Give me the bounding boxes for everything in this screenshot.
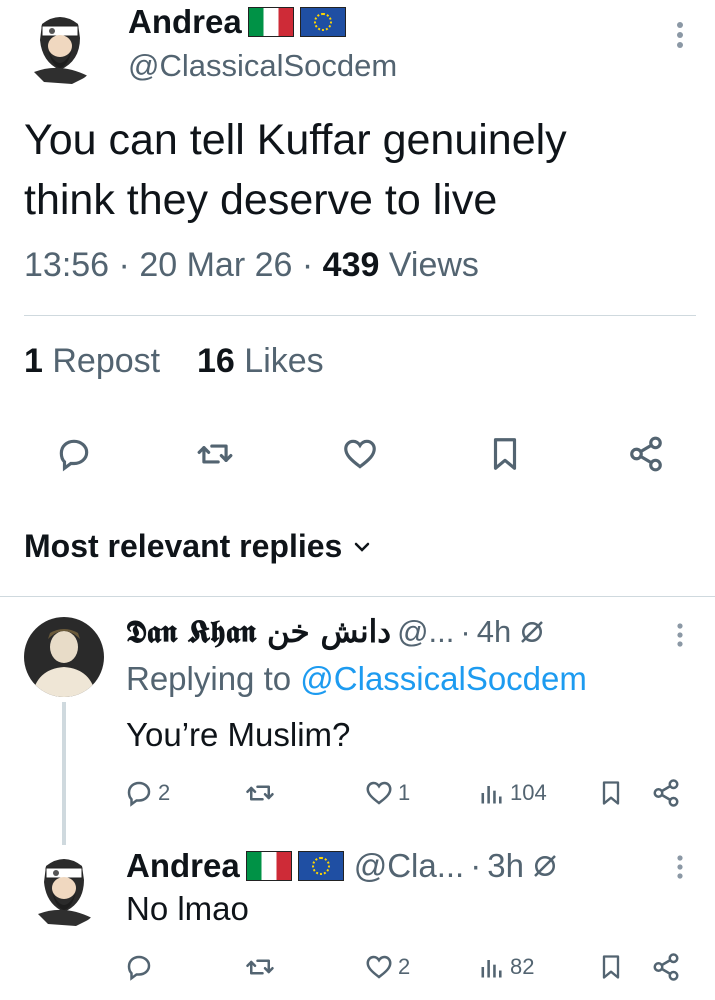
meta-separator: ·	[470, 847, 482, 884]
replying-to-handle[interactable]: @ClassicalSocdem	[300, 660, 587, 697]
reply-avatar[interactable]	[24, 848, 104, 928]
meta-separator: ·	[460, 614, 471, 649]
share-icon	[653, 779, 679, 807]
reposts-label: Repost	[52, 342, 161, 380]
repost-button[interactable]	[193, 432, 237, 476]
repost-icon	[197, 444, 233, 464]
eu-flag-icon	[297, 851, 344, 881]
views-chart-icon	[481, 960, 502, 978]
reply-repost-button[interactable]	[245, 952, 275, 982]
italy-flag-icon	[247, 7, 294, 37]
replying-to-prefix: Replying to	[126, 660, 292, 697]
replies-sort-label: Most relevant replies	[24, 528, 343, 564]
heart-icon	[344, 439, 376, 469]
reply-views-count: 104	[510, 780, 547, 805]
meta-separator: ·	[118, 246, 140, 284]
reply-like-button[interactable]: 2	[364, 952, 410, 982]
share-button[interactable]	[624, 432, 668, 476]
reply-time: 4h	[476, 614, 512, 649]
reposts-count: 1	[24, 342, 43, 380]
reply-icon	[127, 781, 151, 807]
reply-more-options-icon[interactable]	[670, 852, 690, 882]
reply-bookmark-button[interactable]	[597, 952, 625, 982]
tweet-date: 20 Mar 26	[139, 246, 293, 284]
reply-text: No lmao	[126, 890, 249, 927]
likes-count: 16	[197, 342, 235, 380]
more-options-icon[interactable]	[668, 18, 692, 52]
reply-share-button[interactable]	[651, 952, 681, 982]
thread-line	[62, 702, 66, 845]
reposts-stat[interactable]: 1 Repost	[24, 342, 170, 380]
reply-icon	[59, 439, 89, 472]
tweet-text-line: You can tell Kuffar genuinely	[24, 116, 567, 164]
italy-flag-icon	[245, 851, 292, 881]
tweet-time: 13:56	[24, 246, 110, 284]
bookmark-icon	[602, 781, 620, 805]
grok-icon[interactable]	[530, 851, 560, 881]
reply-views-button[interactable]: 104	[478, 778, 547, 808]
author-avatar[interactable]	[20, 6, 100, 86]
reply-likes-count: 2	[398, 954, 411, 979]
reply-author-name[interactable]: 𝕯𝖆𝖓 𝕶𝖍𝖆𝖓 دانش خن	[126, 614, 391, 651]
heart-icon	[366, 955, 392, 979]
reply-repost-button[interactable]	[245, 778, 275, 808]
reply-replies-count: 2	[158, 780, 171, 805]
replying-to: Replying to @ClassicalSocdem	[126, 660, 587, 698]
tweet-text-line: think they deserve to live	[24, 176, 498, 224]
share-icon	[653, 953, 679, 981]
reply-author-name[interactable]: Andrea	[126, 847, 240, 885]
tweet-text: You can tell Kuffar genuinely think they…	[24, 110, 567, 230]
reply-author-handle[interactable]: @...	[397, 614, 454, 650]
bookmark-icon	[493, 438, 517, 470]
reply-more-options-icon[interactable]	[670, 620, 690, 650]
views-count: 439	[322, 246, 380, 284]
tweet-meta: 13:56 · 20 Mar 26 · 439 Views	[24, 246, 479, 285]
reply-likes-count: 1	[398, 780, 411, 805]
heart-icon	[366, 781, 392, 805]
reply-like-button[interactable]: 1	[364, 778, 410, 808]
bookmark-button[interactable]	[483, 432, 527, 476]
reply-avatar[interactable]	[24, 617, 104, 697]
reply-bookmark-button[interactable]	[597, 778, 625, 808]
eu-flag-icon	[299, 7, 346, 37]
author-name[interactable]: Andrea	[128, 3, 242, 41]
repost-icon	[246, 959, 274, 975]
chevron-down-icon	[355, 542, 370, 552]
reply-views-button[interactable]: 82	[478, 952, 534, 982]
engagement-stats: 1 Repost 16 Likes	[24, 342, 324, 381]
bookmark-icon	[602, 955, 620, 979]
reply-views-count: 82	[510, 954, 535, 979]
reply-text: You’re Muslim?	[126, 716, 351, 753]
views-chart-icon	[481, 786, 502, 804]
divider	[24, 315, 696, 316]
replies-sort-dropdown[interactable]: Most relevant replies	[24, 528, 372, 565]
grok-icon[interactable]	[517, 617, 547, 647]
reply-time: 3h	[487, 847, 524, 884]
reply-author-handle[interactable]: @Cla...	[354, 847, 465, 885]
reply-share-button[interactable]	[651, 778, 681, 808]
like-button[interactable]	[338, 432, 382, 476]
share-icon	[630, 436, 662, 472]
likes-stat[interactable]: 16 Likes	[197, 342, 324, 380]
divider	[0, 596, 715, 597]
views-label: Views	[388, 246, 479, 284]
repost-icon	[246, 785, 274, 801]
meta-separator: ·	[301, 246, 323, 284]
likes-label: Likes	[244, 342, 324, 380]
reply-button[interactable]	[52, 432, 96, 476]
reply-reply-button[interactable]	[124, 952, 154, 982]
author-handle[interactable]: @ClassicalSocdem	[128, 48, 397, 84]
reply-icon	[127, 955, 151, 981]
reply-reply-button[interactable]: 2	[124, 778, 170, 808]
